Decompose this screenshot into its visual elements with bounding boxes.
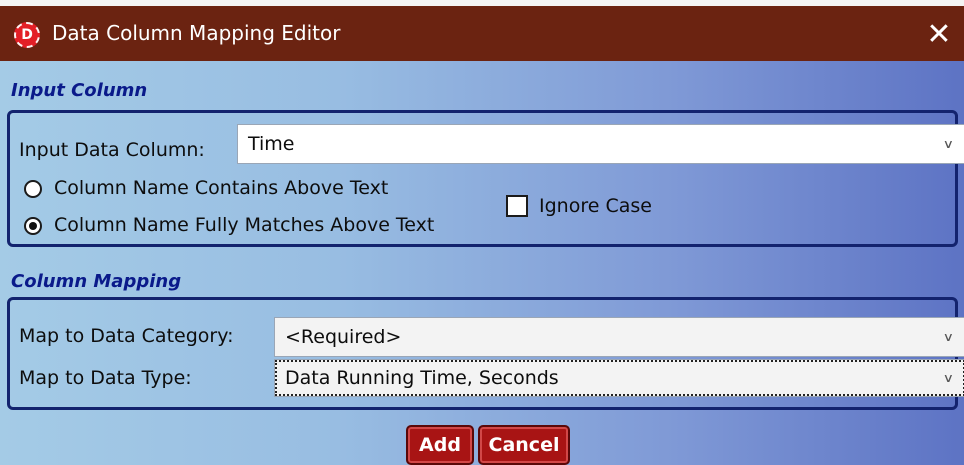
ignore-case-checkbox[interactable] [506, 195, 528, 217]
category-label: Map to Data Category: [19, 325, 234, 347]
column-mapping-group: Map to Data Category: <Required> ∨ Map t… [7, 297, 964, 410]
type-label: Map to Data Type: [19, 367, 192, 389]
title-bar: D Data Column Mapping Editor ✕ [0, 0, 964, 61]
column-mapping-heading: Column Mapping [11, 271, 182, 292]
add-button[interactable]: Add [406, 425, 474, 465]
radio-fully-matches-label[interactable]: Column Name Fully Matches Above Text [54, 214, 434, 236]
category-combobox[interactable]: <Required> ∨ [274, 317, 964, 357]
type-value: Data Running Time, Seconds [285, 367, 559, 389]
type-combobox[interactable]: Data Running Time, Seconds ∨ [274, 359, 964, 397]
cancel-button[interactable]: Cancel [478, 425, 570, 465]
radio-fully-matches[interactable] [24, 217, 42, 235]
window-title: Data Column Mapping Editor [52, 21, 341, 45]
input-data-column-label: Input Data Column: [19, 139, 205, 161]
chevron-down-icon: ∨ [942, 330, 955, 344]
input-column-group: Input Data Column: Time ∨ Column Name Co… [7, 110, 964, 247]
ignore-case-label[interactable]: Ignore Case [539, 195, 652, 217]
close-icon[interactable]: ✕ [922, 18, 956, 52]
chevron-down-icon: ∨ [942, 137, 955, 151]
app-logo-letter: D [21, 27, 33, 43]
radio-contains-label[interactable]: Column Name Contains Above Text [54, 177, 388, 199]
input-data-column-combobox[interactable]: Time ∨ [237, 124, 964, 164]
category-value: <Required> [285, 326, 402, 348]
input-data-column-value: Time [248, 133, 295, 155]
chevron-down-icon: ∨ [942, 371, 955, 385]
input-column-heading: Input Column [11, 80, 148, 101]
radio-contains[interactable] [24, 180, 42, 198]
dialog-window: D Data Column Mapping Editor ✕ Input Col… [0, 0, 964, 465]
app-logo-icon: D [14, 22, 40, 48]
